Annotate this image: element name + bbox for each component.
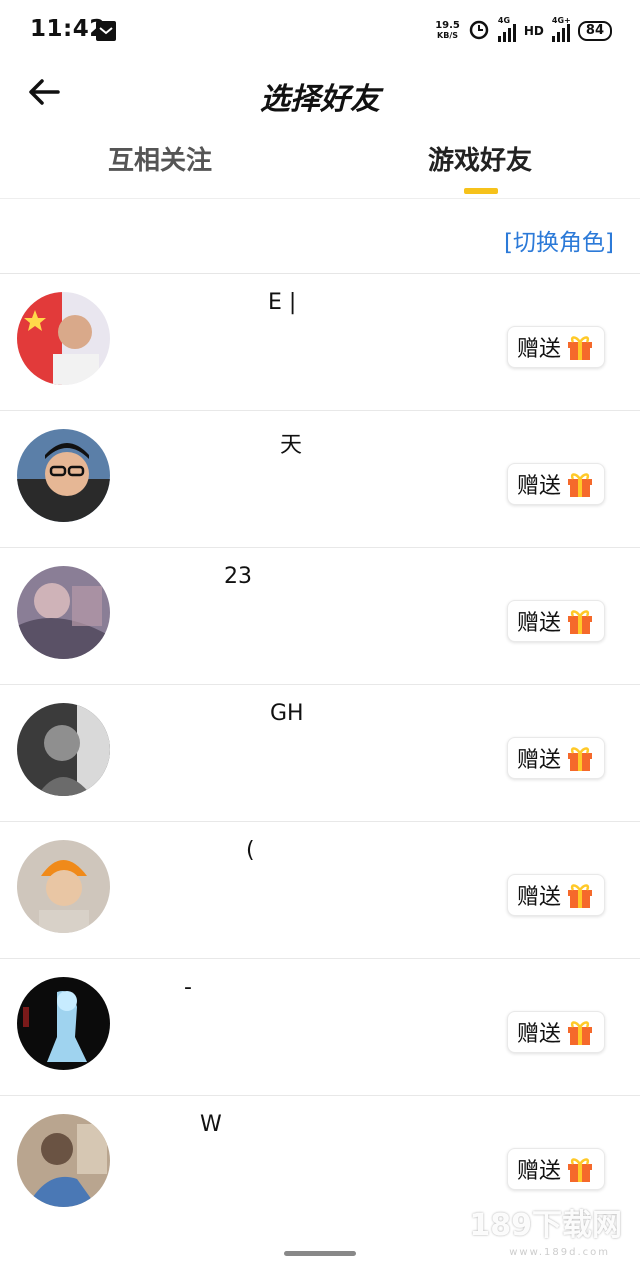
switch-role-link[interactable]: [切换角色] (504, 223, 614, 257)
gift-box-icon (565, 333, 595, 361)
active-tab-indicator (464, 188, 498, 194)
header: 选择好友 (0, 62, 640, 120)
gift-button[interactable]: 赠送 (507, 326, 605, 368)
avatar (17, 429, 110, 522)
net-speed-unit: KB/S (437, 31, 459, 40)
watermark: 189下载网 (469, 1208, 622, 1243)
switch-role-row: [切换角色] (0, 199, 640, 274)
avatar (17, 840, 110, 933)
gift-button[interactable]: 赠送 (507, 463, 605, 505)
gift-label: 赠送 (516, 748, 561, 773)
gift-label: 赠送 (516, 1022, 561, 1047)
net-speed-value: 19.5 (435, 20, 460, 31)
gift-box-icon (565, 1018, 595, 1046)
gift-box-icon (565, 881, 595, 909)
hd-icon: HD (523, 24, 544, 38)
friend-name: 23 (224, 564, 252, 589)
avatar (17, 1114, 110, 1207)
watermark-url: www.189d.com (509, 1247, 610, 1258)
status-bar: 11:42 19.5 KB/S 4G HD 4G+ 84 (0, 0, 640, 62)
page-title: 选择好友 (260, 82, 380, 117)
gift-box-icon (565, 470, 595, 498)
friend-list: E | 赠送 天 赠送 23 赠送 GH 赠送 (赠送 ‑ 赠送 W 赠送 (0, 274, 640, 1232)
gift-label: 赠送 (516, 885, 561, 910)
battery-icon: 84 (577, 21, 612, 41)
gift-label: 赠送 (516, 611, 561, 636)
sim2-label: 4G+ (551, 16, 571, 25)
friend-row[interactable]: 23 赠送 (0, 548, 640, 685)
net-speed: 19.5 KB/S (435, 21, 460, 41)
friend-name: ( (246, 838, 255, 863)
gift-button[interactable]: 赠送 (507, 600, 605, 642)
friend-name: E | (268, 290, 297, 315)
friend-row[interactable]: 天 赠送 (0, 411, 640, 548)
signal-icon-2: 4G+ (551, 16, 571, 42)
tab-game-friends[interactable]: 游戏好友 (380, 140, 580, 177)
notification-icon (95, 20, 117, 42)
tab-bar: 互相关注 游戏好友 (0, 130, 640, 199)
friend-row[interactable]: ‑ 赠送 (0, 959, 640, 1096)
gift-box-icon (565, 744, 595, 772)
status-icons: 19.5 KB/S 4G HD 4G+ 84 (435, 16, 612, 46)
friend-name: 天 (280, 433, 303, 458)
tab-mutual-follow[interactable]: 互相关注 (60, 140, 260, 177)
friend-row[interactable]: E | 赠送 (0, 274, 640, 411)
gift-button[interactable]: 赠送 (507, 1148, 605, 1190)
friend-name: GH (270, 701, 304, 726)
friend-row[interactable]: ( 赠送 (0, 822, 640, 959)
alarm-icon (468, 18, 490, 44)
avatar (17, 703, 110, 796)
avatar (17, 977, 110, 1070)
signal-icon-1: 4G (497, 16, 516, 42)
gift-button[interactable]: 赠送 (507, 874, 605, 916)
gift-button[interactable]: 赠送 (507, 1011, 605, 1053)
gift-button[interactable]: 赠送 (507, 737, 605, 779)
sim1-label: 4G (497, 16, 511, 25)
friend-name: ‑ (184, 975, 192, 1000)
gift-label: 赠送 (516, 337, 561, 362)
gift-label: 赠送 (516, 474, 561, 499)
gift-box-icon (565, 607, 595, 635)
friend-name: W (200, 1112, 222, 1137)
friend-row[interactable]: GH 赠送 (0, 685, 640, 822)
home-indicator[interactable] (284, 1251, 356, 1256)
avatar (17, 566, 110, 659)
gift-label: 赠送 (516, 1159, 561, 1184)
gift-box-icon (565, 1155, 595, 1183)
avatar (17, 292, 110, 385)
